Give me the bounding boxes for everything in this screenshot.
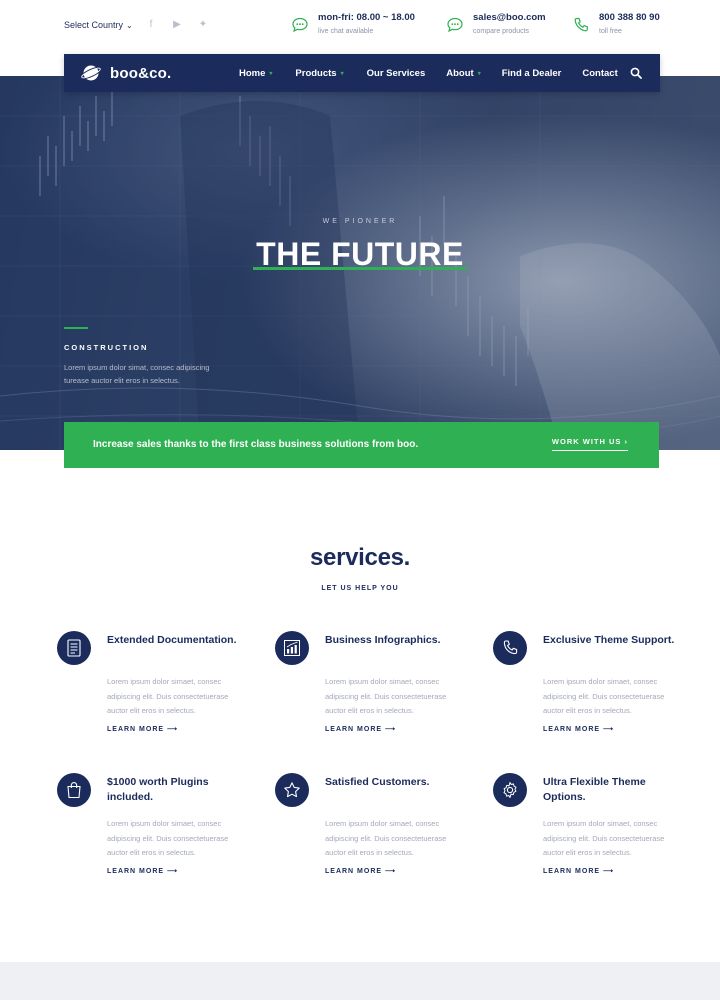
country-selector-label: Select Country [64,20,124,30]
service-card: Satisfied Customers. Lorem ipsum dolor s… [275,773,465,883]
nav-item-products[interactable]: Products ▾ [295,68,343,79]
nav-item-our-services[interactable]: Our Services [367,68,426,79]
phone-icon [574,17,588,32]
service-card-title: Business Infographics. [325,634,441,646]
contact-email-sub: compare products [473,28,530,35]
service-card: Extended Documentation. Lorem ipsum dolo… [57,631,247,741]
twitter-icon[interactable]: ✦ [197,19,209,30]
logo-text: boo&co. [110,64,172,82]
service-card-description: Lorem ipsum dolor simaet, consec adipisc… [325,819,447,857]
hero-description: Lorem ipsum dolor simat, consec adipisci… [64,363,210,385]
service-card: $1000 worth Plugins included. Lorem ipsu… [57,773,247,883]
social-links: f ▶ ✦ [145,19,209,30]
contact-hours-sub: live chat available [318,28,374,35]
dropdown-arrow-icon: ▾ [269,70,273,77]
service-card-description: Lorem ipsum dolor simaet, consec adipisc… [543,819,665,857]
star-icon [284,782,300,798]
learn-more-link[interactable]: LEARN MORE ⟶ [325,725,396,733]
service-icon-badge [275,773,309,807]
planet-logo-icon [80,65,102,81]
service-icon-badge [275,631,309,665]
service-card-title: Exclusive Theme Support. [543,634,675,646]
main-navigation: boo&co. Home ▾ Products ▾ Our Services A… [64,54,660,92]
service-icon-badge [57,631,91,665]
cta-banner-text: Increase sales thanks to the first class… [93,439,419,450]
contact-phone-value: 800 388 80 90 [599,12,660,23]
nav-menu: Home ▾ Products ▾ Our Services About ▾ F… [239,54,618,92]
contact-phone-sub: toll free [599,28,622,35]
contact-hours-value: mon-fri: 08.00 ~ 18.00 [318,12,415,23]
phone-icon [503,640,518,655]
nav-item-label: Find a Dealer [501,67,562,79]
dropdown-arrow-icon: ▾ [477,70,481,77]
learn-more-link[interactable]: LEARN MORE ⟶ [543,725,614,733]
contact-phone[interactable]: 800 388 80 90 toll free [572,12,660,35]
service-icon-badge [57,773,91,807]
nav-item-contact[interactable]: Contact [582,68,617,79]
service-card-description: Lorem ipsum dolor simaet, consec adipisc… [543,677,665,715]
country-selector[interactable]: Select Country ⌄ [64,20,133,30]
search-icon[interactable] [630,67,642,79]
nav-item-find-a-dealer[interactable]: Find a Dealer [502,68,562,79]
hero-category-rule [64,327,88,329]
dropdown-arrow-icon: ▾ [340,70,344,77]
gear-icon [503,782,517,798]
services-subtitle: LET US HELP YOU [321,585,399,592]
nav-item-label: Contact [582,67,618,79]
document-icon [67,639,81,657]
contact-email[interactable]: sales@boo.com compare products [446,12,546,35]
facebook-icon[interactable]: f [145,19,157,30]
service-card-description: Lorem ipsum dolor simaet, consec adipisc… [325,677,447,715]
service-card-description: Lorem ipsum dolor simaet, consec adipisc… [107,819,229,857]
service-icon-badge [493,773,527,807]
top-bar: Select Country ⌄ f ▶ ✦ mon-fri: 08.00 ~ … [0,0,720,55]
chat-icon [447,17,463,33]
shopping-bag-icon [67,782,81,799]
nav-item-label: Products [295,67,337,79]
nav-item-home[interactable]: Home ▾ [239,68,272,79]
service-card-description: Lorem ipsum dolor simaet, consec adipisc… [107,677,229,715]
nav-item-label: Our Services [366,67,426,79]
chevron-down-icon: ⌄ [126,20,133,30]
service-card: Ultra Flexible Theme Options. Lorem ipsu… [493,773,683,883]
service-card-title: Ultra Flexible Theme Options. [543,776,646,803]
service-card-title: Extended Documentation. [107,634,237,646]
contact-email-value: sales@boo.com [473,12,546,23]
bar-chart-icon [284,640,300,656]
learn-more-link[interactable]: LEARN MORE ⟶ [325,867,396,875]
nav-item-about[interactable]: About ▾ [446,68,480,79]
learn-more-link[interactable]: LEARN MORE ⟶ [107,725,178,733]
learn-more-link[interactable]: LEARN MORE ⟶ [543,867,614,875]
footer-band [0,962,720,1000]
services-title: services. [309,544,411,571]
learn-more-link[interactable]: LEARN MORE ⟶ [107,867,178,875]
chat-icon [292,17,308,33]
service-card-title: $1000 worth Plugins included. [107,776,209,803]
youtube-icon[interactable]: ▶ [171,19,183,30]
service-icon-badge [493,631,527,665]
service-card-title: Satisfied Customers. [325,776,430,788]
cta-banner: Increase sales thanks to the first class… [64,422,659,468]
contact-hours: mon-fri: 08.00 ~ 18.00 live chat availab… [291,12,415,35]
service-card: Business Infographics. Lorem ipsum dolor… [275,631,465,741]
logo[interactable]: boo&co. [80,62,171,84]
service-card: Exclusive Theme Support. Lorem ipsum dol… [493,631,683,741]
hero-title-underline [253,267,467,270]
hero-pretitle: WE PIONEER [322,218,398,225]
work-with-us-button[interactable]: WORK WITH US › [551,437,628,451]
hero-category: CONSTRUCTION [64,343,149,352]
nav-item-label: About [446,67,474,79]
nav-item-label: Home [239,67,266,79]
